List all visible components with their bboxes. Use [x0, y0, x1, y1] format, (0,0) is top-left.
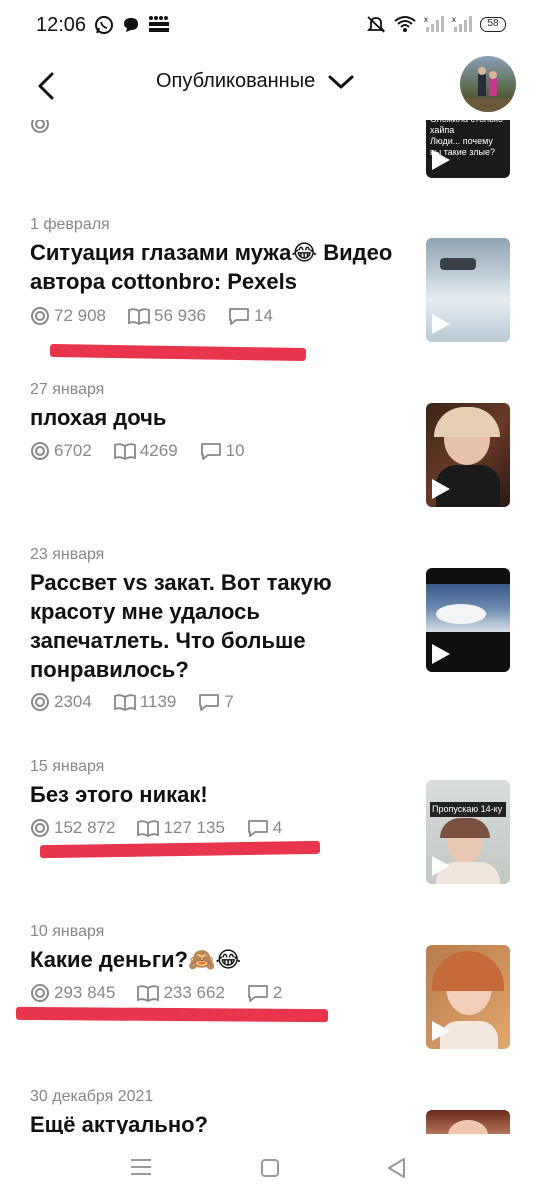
- thumb-caption: Пропускаю 14-ку: [430, 802, 506, 817]
- reads-count: 127 135: [163, 818, 225, 837]
- item-title: плохая дочь: [30, 405, 167, 430]
- list-item[interactable]: 23 января Рассвет vs закат. Вот такую кр…: [0, 542, 540, 732]
- highlight-mark: [15, 1006, 329, 1023]
- menu-icon[interactable]: [130, 1158, 152, 1176]
- back-button[interactable]: [28, 68, 64, 104]
- thumbnail: [426, 238, 510, 342]
- item-title: Ещё актуально?: [30, 1112, 208, 1134]
- back-nav-icon[interactable]: [386, 1157, 408, 1179]
- play-icon: [432, 150, 450, 170]
- status-time: 12:06: [36, 14, 87, 36]
- item-stats: 293 845 233 662 2: [30, 983, 304, 1003]
- thumbnail: [426, 945, 510, 1049]
- item-stats: [30, 120, 112, 134]
- play-icon: [432, 856, 450, 876]
- item-date: 15 января: [30, 758, 105, 775]
- thumbnail: [426, 403, 510, 507]
- item-stats: 2304 1139 7: [30, 692, 256, 712]
- status-bar: 12:06 x x 58: [0, 0, 540, 54]
- detmir-icon: [149, 16, 169, 32]
- views-count: 2304: [54, 692, 92, 711]
- comments-icon: [248, 985, 268, 1002]
- comments-count: 14: [254, 306, 273, 325]
- whatsapp-icon: [95, 16, 113, 34]
- comments-count: 7: [224, 692, 234, 711]
- views-icon: [31, 984, 49, 1002]
- reads-count: 233 662: [163, 983, 225, 1002]
- item-date: 27 января: [30, 381, 105, 398]
- list-item[interactable]: 30 декабря 2021 Ещё актуально?: [0, 1084, 540, 1134]
- list-item[interactable]: 15 января Без этого никак! 152 872 127 1…: [0, 754, 540, 904]
- reads-icon: [137, 985, 160, 1002]
- chat-bubble-icon: [124, 18, 138, 32]
- reads-count: 1139: [139, 692, 177, 711]
- svg-text:x: x: [452, 15, 456, 24]
- reads-icon: [113, 694, 136, 711]
- thumbnail: [426, 1110, 510, 1134]
- comments-count: 2: [272, 983, 283, 1002]
- chevron-down-icon: [328, 75, 354, 88]
- item-date: 30 декабря 2021: [30, 1088, 154, 1105]
- reads-icon: [113, 443, 136, 460]
- page-title: Опубликованные: [156, 70, 316, 92]
- highlight-mark: [39, 840, 321, 859]
- item-stats: 152 872 127 135 4: [30, 818, 304, 838]
- highlight-mark: [49, 343, 307, 362]
- thumbnail: Пропускаю 14-ку: [426, 780, 510, 884]
- list-item-partial[interactable]: Сложила столько хайпа Люди... почему вы …: [0, 120, 540, 180]
- signal-icon: x: [424, 15, 444, 32]
- item-title: Рассвет vs закат. Вот такую красоту мне …: [30, 570, 332, 682]
- views-icon: [31, 120, 49, 133]
- item-stats: 6702 4269 10: [30, 441, 267, 461]
- home-icon[interactable]: [260, 1158, 280, 1178]
- views-icon: [31, 819, 49, 837]
- views-count: 293 845: [54, 983, 116, 1002]
- play-icon: [432, 314, 450, 334]
- comments-icon: [248, 820, 268, 837]
- item-date: 1 февраля: [30, 216, 110, 233]
- views-count: 152 872: [54, 818, 116, 837]
- thumbnail: [426, 568, 510, 672]
- thumbnail: Сложила столько хайпа Люди... почему вы …: [426, 120, 510, 178]
- views-icon: [31, 307, 49, 325]
- comments-count: 4: [272, 818, 283, 837]
- comments-count: 10: [225, 441, 245, 460]
- item-stats: 72 908 56 936 14: [30, 306, 295, 326]
- list-item[interactable]: 10 января Какие деньги?🙈😂 293 845 233 66…: [0, 919, 540, 1069]
- mute-bell-icon: [366, 16, 386, 33]
- publication-filter-dropdown[interactable]: Опубликованные: [156, 70, 355, 93]
- item-title: Без этого никак!: [30, 782, 208, 807]
- list-item[interactable]: 1 февраля Ситуация глазами мужа😂 Видео а…: [0, 212, 540, 372]
- wifi-icon: [394, 16, 416, 32]
- reads-icon: [137, 820, 160, 837]
- comments-icon: [200, 443, 221, 460]
- item-title: Ситуация глазами мужа😂 Видео автора cott…: [30, 240, 393, 294]
- list-item[interactable]: 27 января плохая дочь 6702 4269 10: [0, 377, 540, 527]
- battery-icon: 58: [480, 16, 506, 32]
- system-nav-bar: [0, 1134, 540, 1200]
- play-icon: [432, 1021, 450, 1041]
- article-list: Сложила столько хайпа Люди... почему вы …: [0, 120, 540, 1134]
- comments-icon: [199, 694, 220, 711]
- item-date: 23 января: [30, 546, 105, 563]
- header: Опубликованные: [0, 54, 540, 120]
- svg-text:x: x: [424, 15, 428, 24]
- avatar[interactable]: [460, 56, 516, 112]
- reads-count: 56 936: [154, 306, 206, 325]
- item-date: 10 января: [30, 923, 105, 940]
- views-count: 72 908: [54, 306, 106, 325]
- signal-icon: x: [452, 15, 472, 32]
- play-icon: [432, 479, 450, 499]
- views-icon: [31, 442, 49, 460]
- comments-icon: [229, 308, 249, 325]
- play-icon: [432, 644, 450, 664]
- reads-count: 4269: [139, 441, 178, 460]
- views-count: 6702: [54, 441, 92, 460]
- views-icon: [31, 693, 49, 711]
- reads-icon: [128, 308, 150, 325]
- item-title: Какие деньги?🙈😂: [30, 947, 242, 972]
